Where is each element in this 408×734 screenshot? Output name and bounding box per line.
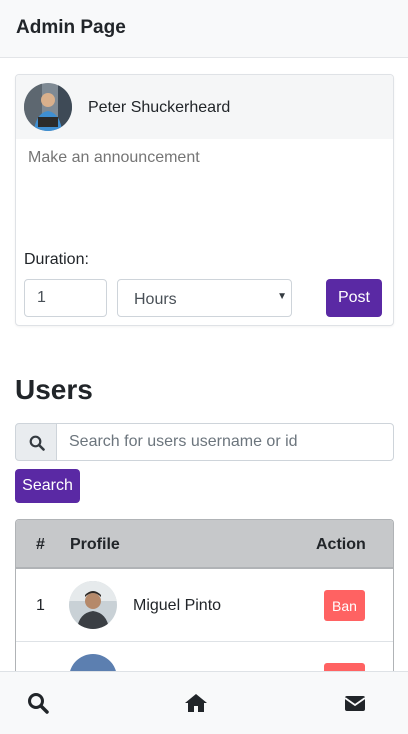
chevron-down-icon: ▼ — [277, 291, 287, 302]
table-row: 1 Miguel Pinto Ban — [16, 569, 393, 642]
announcement-header: Peter Shuckerheard — [16, 75, 393, 139]
ban-button[interactable]: Ban — [324, 590, 365, 621]
column-header-profile: Profile — [70, 536, 120, 553]
search-icon — [29, 435, 45, 451]
user-avatar — [69, 581, 117, 629]
table-header: # Profile Action — [16, 520, 393, 569]
duration-unit-value: Hours — [134, 291, 177, 308]
user-search-group — [15, 423, 394, 461]
duration-input[interactable] — [24, 279, 107, 317]
users-table: # Profile Action 1 Miguel Pinto Ban — [15, 519, 394, 679]
users-heading: Users — [15, 374, 93, 405]
bottom-navigation — [0, 671, 408, 734]
user-search-input[interactable] — [56, 423, 394, 461]
row-number: 1 — [36, 597, 45, 614]
column-header-action: Action — [316, 536, 366, 553]
duration-unit-select[interactable]: Hours ▼ — [117, 279, 292, 317]
user-name: Peter Shuckerheard — [88, 99, 231, 116]
user-avatar — [24, 83, 72, 131]
search-addon — [15, 423, 57, 461]
search-button[interactable]: Search — [15, 469, 80, 503]
user-name: Miguel Pinto — [133, 597, 222, 614]
announcement-textarea[interactable] — [28, 149, 378, 249]
announcement-card: Peter Shuckerheard Duration: Hours ▼ Pos… — [15, 74, 394, 326]
search-icon[interactable] — [26, 691, 50, 715]
page-title: Admin Page — [16, 17, 126, 38]
home-icon[interactable] — [184, 691, 208, 715]
post-button[interactable]: Post — [326, 279, 382, 317]
envelope-icon[interactable] — [343, 691, 367, 715]
duration-label: Duration: — [24, 251, 89, 268]
column-header-number: # — [36, 536, 45, 553]
top-navbar: Admin Page — [0, 0, 408, 58]
